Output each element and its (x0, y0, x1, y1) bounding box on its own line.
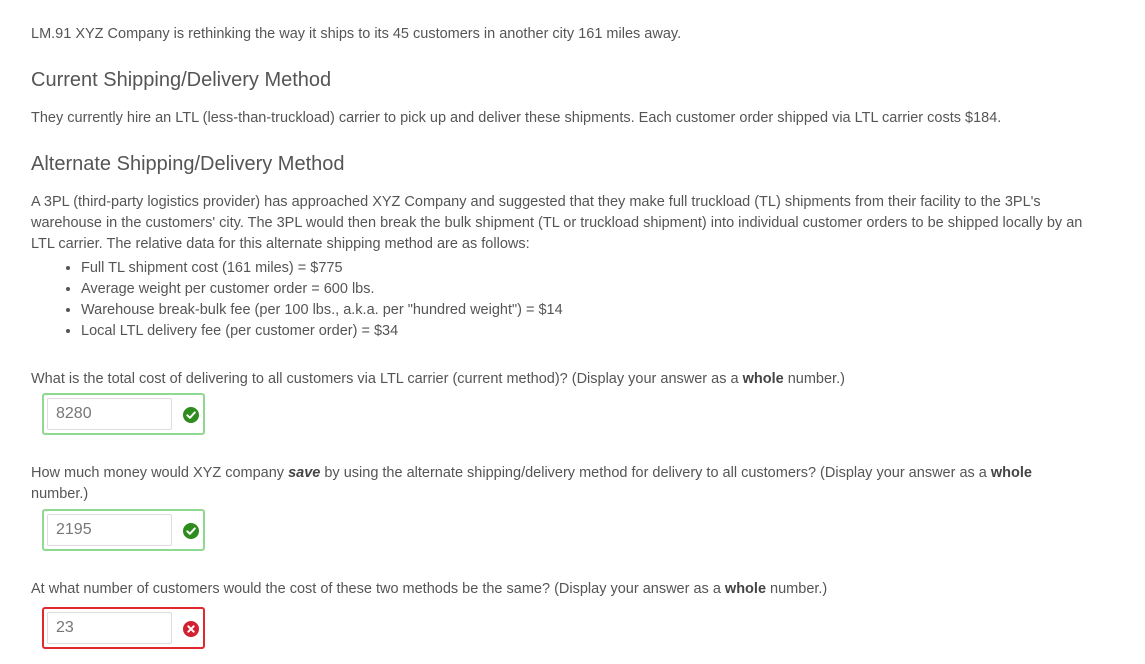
list-item: Warehouse break-bulk fee (per 100 lbs., … (81, 300, 563, 321)
current-method-text: They currently hire an LTL (less-than-tr… (31, 110, 1002, 126)
question-emphasis: whole (724, 581, 767, 597)
answer-2-box (42, 509, 205, 551)
alternate-method-text: A 3PL (third-party logistics provider) h… (31, 194, 1083, 252)
check-circle-icon (183, 523, 199, 539)
question-text: number.) (766, 581, 828, 597)
list-item: Full TL shipment cost (161 miles) = $775 (81, 258, 563, 279)
alternate-method-heading: Alternate Shipping/Delivery Method (31, 153, 345, 175)
question-1-text: What is the total cost of delivering to … (31, 369, 1081, 390)
answer-1-box (42, 393, 205, 435)
answer-1-input[interactable] (47, 398, 172, 430)
answer-3-box (42, 607, 205, 649)
question-text: number.) (783, 371, 845, 387)
list-item: Average weight per customer order = 600 … (81, 279, 563, 300)
question-emphasis: whole (742, 371, 784, 387)
list-item: Local LTL delivery fee (per customer ord… (81, 321, 563, 342)
question-text: At what number of customers would the co… (31, 581, 725, 597)
check-circle-icon (183, 407, 199, 423)
current-method-heading: Current Shipping/Delivery Method (31, 69, 332, 91)
answer-3-input[interactable] (47, 612, 172, 644)
question-text: by using the alternate shipping/delivery… (320, 465, 991, 481)
question-text: What is the total cost of delivering to … (31, 371, 743, 387)
question-3-text: At what number of customers would the co… (31, 579, 1081, 600)
alternate-method-data-list: Full TL shipment cost (161 miles) = $775… (31, 258, 563, 342)
question-text: How much money would XYZ company (31, 465, 289, 481)
answer-2-input[interactable] (47, 514, 172, 546)
question-emphasis: whole (990, 465, 1032, 481)
question-emphasis: save (288, 465, 321, 481)
problem-intro: LM.91 XYZ Company is rethinking the way … (31, 26, 682, 42)
x-circle-icon (183, 621, 199, 637)
question-text: number.) (31, 486, 89, 502)
question-2-text: How much money would XYZ company save by… (31, 463, 1081, 505)
